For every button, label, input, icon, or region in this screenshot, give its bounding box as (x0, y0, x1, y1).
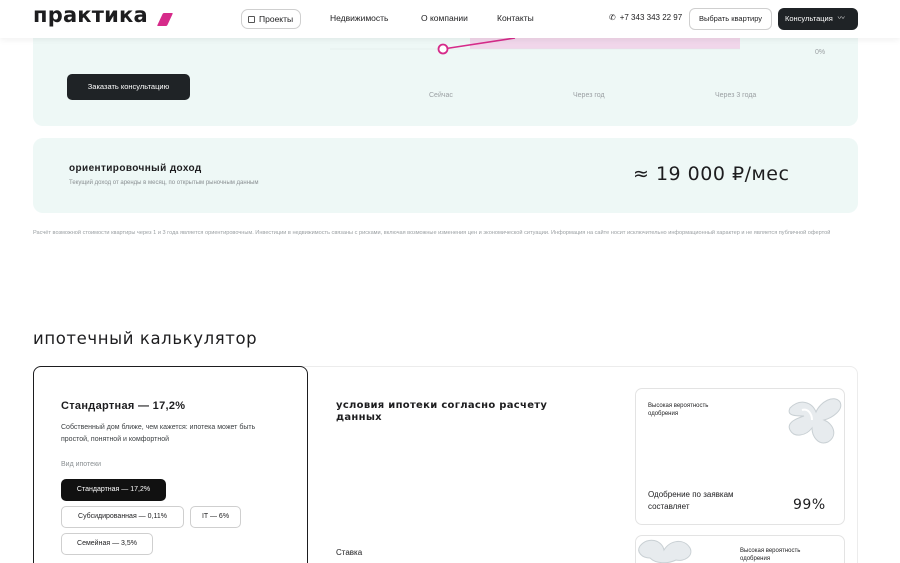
income-subtitle: Текущий доход от аренды в месяц, по откр… (69, 180, 259, 186)
rate-label: Ставка (336, 548, 363, 557)
approval-rate-text: Одобрение по заявкам составляет (648, 490, 734, 511)
order-consultation-button[interactable]: Заказать консультацию (67, 74, 190, 100)
site-logo[interactable]: практика (33, 3, 148, 27)
income-title: ориентировочный доход (69, 163, 202, 174)
phone-number: +7 343 343 22 97 (619, 13, 683, 22)
wave-icon: 〰 (837, 15, 845, 22)
consultation-label: Консультация (785, 14, 833, 23)
mortgage-type-label: Вид ипотеки (61, 461, 102, 468)
nav-about-link[interactable]: О компании (421, 13, 468, 23)
income-value: ≈ 19 000 ₽/мес (633, 163, 790, 185)
mortgage-type-it-chip[interactable]: IT — 6% (190, 506, 241, 528)
forecast-point-now (437, 43, 449, 55)
x-tick-now: Сейчас (429, 92, 453, 99)
phone-link[interactable]: ✆ +7 343 343 22 97 (609, 13, 682, 22)
logo-accent-mark (156, 13, 174, 26)
x-tick-three-years: Через 3 года (715, 92, 757, 99)
disclaimer-text: Расчёт возможной стоимости квартиры чере… (33, 230, 831, 236)
approval-probability-label-2: Высокая вероятность одобрения (740, 548, 801, 562)
selected-mortgage-title: Стандартная — 17,2% (61, 400, 186, 412)
nav-realty-link[interactable]: Недвижимость (330, 13, 388, 23)
mortgage-conditions-title: условия ипотеки согласно расчету данных (336, 400, 548, 423)
approval-probability-label: Высокая вероятность одобрения (648, 403, 709, 417)
mortgage-type-subsidized-chip[interactable]: Субсидированная — 0,11% (61, 506, 184, 528)
nav-projects-button[interactable]: Проекты (241, 9, 302, 29)
nav-projects-label: Проекты (259, 14, 294, 24)
selected-mortgage-description: Собственный дом ближе, чем кажется: ипот… (61, 424, 256, 443)
price-forecast-chart (330, 30, 740, 55)
projects-icon (248, 15, 255, 23)
mortgage-type-standard-chip[interactable]: Стандартная — 17,2% (61, 479, 166, 501)
glass-shape-decoration (788, 398, 842, 444)
nav-contacts-link[interactable]: Контакты (497, 13, 534, 23)
mortgage-type-family-chip[interactable]: Семейная — 3,5% (61, 533, 153, 555)
calculator-section-title: ипотечный калькулятор (33, 329, 258, 348)
phone-icon: ✆ (609, 13, 616, 22)
approval-rate-value: 99% (793, 497, 826, 513)
x-tick-one-year: Через год (573, 92, 605, 99)
consultation-button[interactable]: Консультация 〰 (778, 8, 858, 30)
y-tick-label: 0% (815, 49, 826, 56)
glass-shape-decoration-2 (638, 539, 692, 563)
site-header: практика Проекты Недвижимость О компании… (0, 0, 900, 38)
choose-apartment-button[interactable]: Выбрать квартиру (689, 8, 772, 30)
